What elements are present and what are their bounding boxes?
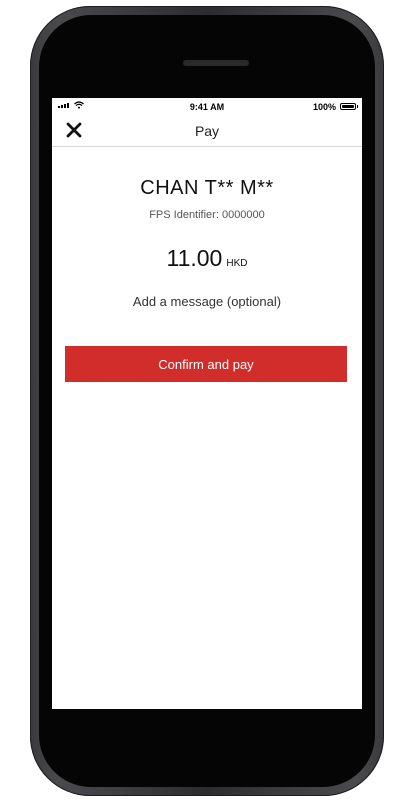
battery-percentage: 100%	[312, 102, 336, 112]
payment-amount-row: 11.00 HKD	[52, 245, 362, 272]
navigation-bar: Pay	[52, 116, 362, 147]
page-title: Pay	[194, 123, 220, 139]
confirm-and-pay-button[interactable]: Confirm and pay	[65, 346, 347, 382]
payment-currency: HKD	[226, 258, 248, 269]
fps-identifier: FPS Identifier: 0000000	[149, 209, 265, 221]
phone-frame: 9:41 AM 100% Pay CHAN T** M** FPS Identi…	[30, 6, 384, 796]
battery-icon	[340, 103, 358, 110]
payee-name: CHAN T** M**	[140, 177, 274, 199]
earpiece-speaker	[183, 60, 249, 66]
add-message-link[interactable]: Add a message (optional)	[52, 294, 362, 309]
payment-amount: 11.00	[166, 245, 223, 271]
app-screen: 9:41 AM 100% Pay CHAN T** M** FPS Identi…	[52, 98, 362, 709]
status-bar: 9:41 AM 100%	[52, 98, 362, 116]
